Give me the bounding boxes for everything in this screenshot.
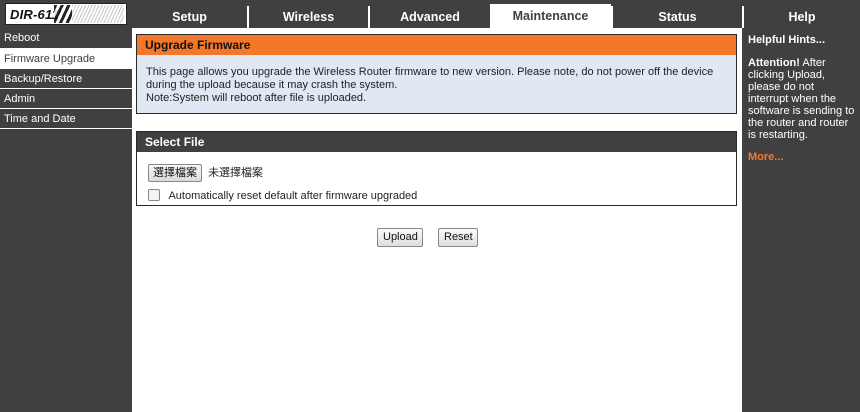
attention-text: After clicking Upload, please do not int… <box>748 57 855 141</box>
main-content: Upgrade Firmware This page allows you up… <box>132 28 742 412</box>
select-file-panel: Select File 選擇檔案 未選擇檔案 Automatically res… <box>136 131 737 206</box>
tab-maintenance[interactable]: Maintenance <box>490 4 611 28</box>
sidebar-item-firmware-upgrade[interactable]: Firmware Upgrade <box>0 49 132 69</box>
tab-help[interactable]: Help <box>742 6 860 28</box>
tab-wireless[interactable]: Wireless <box>247 6 368 28</box>
tab-status[interactable]: Status <box>611 6 742 28</box>
reset-button[interactable]: Reset <box>438 228 478 247</box>
auto-reset-checkbox[interactable] <box>148 189 160 201</box>
sidebar: Reboot Firmware Upgrade Backup/Restore A… <box>0 28 132 412</box>
upgrade-firmware-panel: Upgrade Firmware This page allows you up… <box>136 34 737 114</box>
upgrade-description: This page allows you upgrade the Wireles… <box>137 55 736 105</box>
upgrade-description-line-1: This page allows you upgrade the Wireles… <box>146 66 714 78</box>
sidebar-item-admin[interactable]: Admin <box>0 89 132 109</box>
choose-file-button[interactable]: 選擇檔案 <box>148 164 202 182</box>
file-status-text: 未選擇檔案 <box>208 167 264 179</box>
upgrade-description-line-2: during the upload because it may crash t… <box>146 79 398 91</box>
sidebar-item-backup-restore[interactable]: Backup/Restore <box>0 69 132 89</box>
logo-stripes-icon <box>54 5 124 23</box>
help-title: Helpful Hints... <box>748 34 825 46</box>
device-logo: DIR-611 <box>5 3 127 25</box>
upgrade-description-line-3: Note:System will reboot after file is up… <box>146 92 367 104</box>
file-picker: 選擇檔案 未選擇檔案 <box>148 164 263 182</box>
auto-reset-option: Automatically reset default after firmwa… <box>148 189 417 203</box>
upload-button[interactable]: Upload <box>377 228 423 247</box>
top-nav: DIR-611 Setup Wireless Advanced Maintena… <box>0 0 860 28</box>
help-panel: Helpful Hints... Attention! After clicki… <box>742 28 860 412</box>
tab-setup[interactable]: Setup <box>132 6 247 28</box>
sidebar-item-time-and-date[interactable]: Time and Date <box>0 109 132 129</box>
device-model: DIR-611 <box>10 7 59 22</box>
upgrade-firmware-title: Upgrade Firmware <box>137 35 736 55</box>
sidebar-item-reboot[interactable]: Reboot <box>0 28 132 49</box>
select-file-title: Select File <box>137 132 736 152</box>
auto-reset-label[interactable]: Automatically reset default after firmwa… <box>168 190 417 202</box>
attention-label: Attention! <box>748 57 800 69</box>
help-more-link[interactable]: More... <box>748 151 856 163</box>
help-text: Attention! After clicking Upload, please… <box>748 57 856 141</box>
tab-advanced[interactable]: Advanced <box>368 6 490 28</box>
